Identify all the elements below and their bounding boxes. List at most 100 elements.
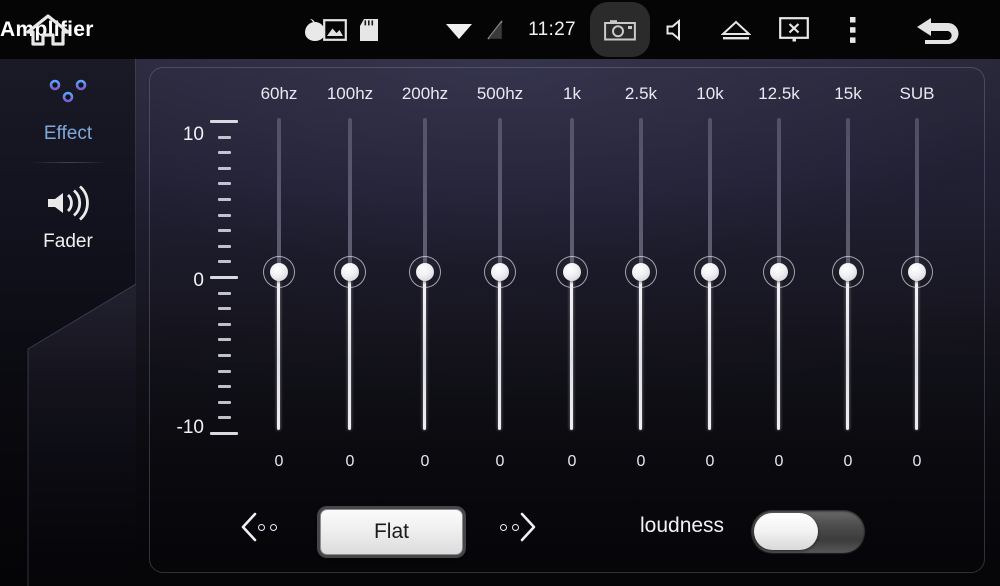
- band-slider-500hz[interactable]: [480, 118, 520, 438]
- camera-glyph: [604, 18, 636, 42]
- band-label-1k: 1k: [563, 84, 581, 103]
- band-value-sub: 0: [912, 453, 922, 470]
- preset-dots: [500, 523, 519, 531]
- band-label-200hz: 200hz: [401, 84, 449, 103]
- slider-thumb[interactable]: [341, 263, 359, 281]
- home-icon[interactable]: [10, 0, 85, 59]
- slider-thumb[interactable]: [701, 263, 719, 281]
- band-label-2.5k: 2.5k: [624, 84, 658, 103]
- slider-track-lower: [708, 276, 711, 430]
- preset-next-button[interactable]: [500, 505, 554, 549]
- sidebar-item-label: Effect: [43, 123, 93, 144]
- slider-track-lower: [498, 276, 501, 430]
- slider-thumb[interactable]: [770, 263, 788, 281]
- slider-thumb[interactable]: [491, 263, 509, 281]
- band-value-100hz: 0: [345, 453, 355, 470]
- band-value-2.5k: 0: [636, 453, 646, 470]
- sidebar-divider: [30, 162, 108, 163]
- loudness-label: loudness: [640, 514, 725, 537]
- ruler-tick-minor: [218, 213, 231, 217]
- slider-track-upper: [639, 118, 643, 276]
- sidebar-item-fader[interactable]: Fader: [0, 177, 136, 253]
- speaker-volume-icon: [0, 177, 136, 229]
- ruler-tick-minor: [218, 291, 231, 295]
- ruler-tick-major: [210, 120, 238, 123]
- band-slider-1k[interactable]: [552, 118, 592, 438]
- chevron-left-icon: [240, 512, 258, 542]
- ruler-tick-minor: [218, 307, 231, 311]
- slider-track-upper: [708, 118, 712, 276]
- slider-track-lower: [570, 276, 573, 430]
- band-slider-10k[interactable]: [690, 118, 730, 438]
- slider-track-lower: [639, 276, 642, 430]
- gain-ruler: [210, 120, 240, 435]
- band-value-500hz: 0: [495, 453, 505, 470]
- slider-track-lower: [277, 276, 280, 430]
- ruler-tick-minor: [218, 400, 231, 404]
- slider-thumb[interactable]: [908, 263, 926, 281]
- slider-thumb[interactable]: [416, 263, 434, 281]
- band-label-60hz: 60hz: [260, 84, 298, 103]
- chevron-right-icon: [519, 512, 537, 542]
- slider-track-upper: [570, 118, 574, 276]
- ruler-tick-minor: [218, 229, 231, 233]
- band-value-15k: 0: [843, 453, 853, 470]
- slider-track-lower: [915, 276, 918, 430]
- signal-off-icon[interactable]: [480, 0, 510, 59]
- screenshot-camera-icon[interactable]: [590, 0, 650, 59]
- slider-track-lower: [348, 276, 351, 430]
- eject-icon[interactable]: [718, 0, 754, 59]
- band-slider-100hz[interactable]: [330, 118, 370, 438]
- band-slider-12.5k[interactable]: [759, 118, 799, 438]
- band-slider-15k[interactable]: [828, 118, 868, 438]
- gallery-icon[interactable]: [320, 0, 350, 59]
- preset-prev-button[interactable]: [240, 505, 294, 549]
- sd-card-icon[interactable]: [354, 0, 384, 59]
- band-slider-60hz[interactable]: [259, 118, 299, 438]
- ruler-tick-minor: [218, 260, 231, 264]
- slider-thumb[interactable]: [839, 263, 857, 281]
- band-value-10k: 0: [705, 453, 715, 470]
- slider-track-lower: [423, 276, 426, 430]
- slider-thumb[interactable]: [563, 263, 581, 281]
- mute-icon[interactable]: [662, 0, 696, 59]
- preset-button[interactable]: Flat: [320, 509, 463, 555]
- sidebar-item-effect[interactable]: Effect: [0, 69, 136, 145]
- sidebar: Effect Fader: [0, 59, 136, 586]
- ruler-tick-major: [210, 432, 238, 435]
- band-value-1k: 0: [567, 453, 577, 470]
- slider-thumb[interactable]: [270, 263, 288, 281]
- ruler-tick-minor: [218, 198, 231, 201]
- band-value-12.5k: 0: [774, 453, 784, 470]
- close-window-icon[interactable]: [775, 0, 813, 59]
- band-value-200hz: 0: [420, 453, 430, 470]
- more-options-icon[interactable]: [838, 0, 868, 59]
- amplifier-screen: Amplifier 11:27 Effect Fader 10 0 -10 60…: [0, 0, 1000, 586]
- equalizer-sliders-icon: [0, 69, 136, 121]
- band-label-10k: 10k: [696, 84, 724, 103]
- band-label-sub: SUB: [899, 84, 935, 103]
- wifi-icon[interactable]: [443, 0, 475, 59]
- slider-track-upper: [777, 118, 781, 276]
- band-label-15k: 15k: [834, 84, 862, 103]
- slider-track-upper: [915, 118, 919, 276]
- ruler-tick-minor: [218, 354, 231, 357]
- ruler-tick-minor: [218, 322, 231, 326]
- slider-track-lower: [777, 276, 780, 430]
- slider-track-upper: [498, 118, 502, 276]
- clock: 11:27: [528, 18, 576, 40]
- sidebar-item-label: Fader: [43, 231, 93, 252]
- band-label-12.5k: 12.5k: [758, 84, 800, 103]
- loudness-toggle[interactable]: [751, 510, 865, 553]
- slider-thumb[interactable]: [632, 263, 650, 281]
- band-label-100hz: 100hz: [326, 84, 374, 103]
- band-slider-sub[interactable]: [897, 118, 937, 438]
- band-slider-2.5k[interactable]: [621, 118, 661, 438]
- ruler-tick-minor: [218, 166, 231, 170]
- ruler-tick-minor: [218, 182, 231, 186]
- back-icon[interactable]: [908, 0, 970, 59]
- band-slider-200hz[interactable]: [405, 118, 445, 438]
- preset-name: Flat: [373, 520, 409, 543]
- ruler-tick-minor: [218, 416, 231, 420]
- status-bar: Amplifier 11:27: [0, 0, 1000, 59]
